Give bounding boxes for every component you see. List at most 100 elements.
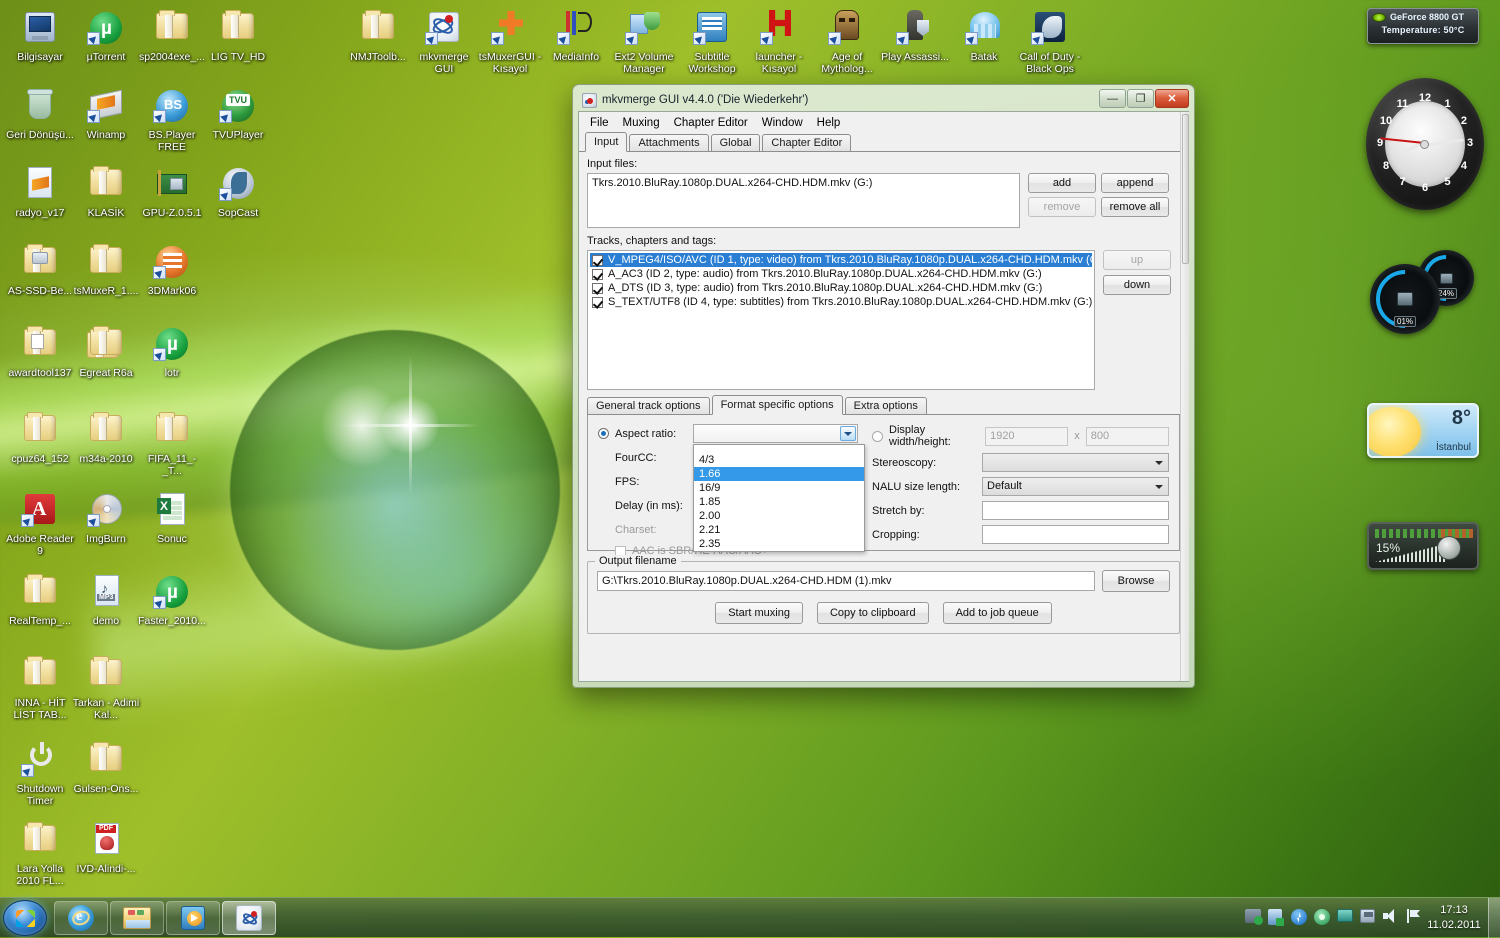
volume-icon[interactable] bbox=[1383, 909, 1399, 925]
nalu-dropdown-button[interactable] bbox=[1151, 479, 1167, 494]
remove-all-button[interactable]: remove all bbox=[1101, 197, 1169, 217]
track-row[interactable]: V_MPEG4/ISO/AVC (ID 1, type: video) from… bbox=[590, 253, 1094, 267]
desktop-icon-call-of-duty-black-ops[interactable]: Call of Duty - Black Ops bbox=[1016, 6, 1084, 75]
window-vertical-scrollbar[interactable] bbox=[1180, 112, 1189, 681]
desktop-icon-lara-yolla-2010-fl[interactable]: Lara Yolla 2010 FL... bbox=[6, 818, 74, 887]
network-security-icon[interactable] bbox=[1268, 909, 1284, 926]
aspect-ratio-option[interactable]: 2.35 bbox=[694, 537, 864, 551]
desktop-icon-m34a-2010[interactable]: m34a-2010 bbox=[72, 408, 140, 466]
tab-input[interactable]: Input bbox=[585, 132, 628, 152]
desktop-icon-cpuz64-152[interactable]: cpuz64_152 bbox=[6, 408, 74, 466]
append-button[interactable]: append bbox=[1101, 173, 1169, 193]
desktop-icon-sonuc[interactable]: X Sonuc bbox=[138, 488, 206, 546]
desktop-icon-realtemp[interactable]: RealTemp_... bbox=[6, 570, 74, 628]
desktop-icon-launcher-k-sayol[interactable]: launcher - Kısayol bbox=[745, 6, 813, 75]
option-tab-general-track-options[interactable]: General track options bbox=[587, 397, 710, 415]
aspect-ratio-option[interactable]: 4/3 bbox=[694, 453, 864, 467]
taskbar-item-internet-explorer[interactable]: e bbox=[54, 901, 108, 935]
add-to-job-queue-button[interactable]: Add to job queue bbox=[942, 602, 1052, 624]
aspect-ratio-option[interactable]: 1.85 bbox=[694, 495, 864, 509]
gadget-volume-control[interactable]: 15% bbox=[1367, 522, 1479, 570]
aspect-ratio-dropdown-button[interactable] bbox=[840, 426, 856, 441]
aspect-ratio-radio[interactable] bbox=[598, 428, 609, 439]
window-titlebar[interactable]: mkvmerge GUI v4.4.0 ('Die Wiederkehr') —… bbox=[577, 89, 1190, 111]
desktop-icon-sopcast[interactable]: SopCast bbox=[204, 162, 272, 220]
desktop-icon-nmjtoolb[interactable]: NMJToolb... bbox=[344, 6, 412, 64]
browse-button[interactable]: Browse bbox=[1102, 570, 1170, 592]
desktop-icon-ivd-alindi[interactable]: PDF IVD-Alindi-... bbox=[72, 818, 140, 876]
show-desktop-button[interactable] bbox=[1488, 898, 1500, 938]
flash-icon[interactable] bbox=[1291, 909, 1307, 925]
desktop-icon-gpu-z-0-5-1[interactable]: GPU-Z.0.5.1 bbox=[138, 162, 206, 220]
removable-device-icon[interactable] bbox=[1360, 909, 1376, 925]
desktop-icon-subtitle-workshop[interactable]: Subtitle Workshop bbox=[678, 6, 746, 75]
maximize-button[interactable]: ❐ bbox=[1127, 89, 1154, 108]
scrollbar-thumb[interactable] bbox=[1182, 114, 1189, 264]
aspect-ratio-option[interactable]: 16/9 bbox=[694, 481, 864, 495]
flag-icon[interactable] bbox=[1406, 909, 1422, 925]
move-down-button[interactable]: down bbox=[1103, 275, 1171, 295]
desktop-icon-age-of-mytholog[interactable]: Age of Mytholog... bbox=[813, 6, 881, 75]
desktop-icon-faster-2010[interactable]: µ Faster_2010... bbox=[138, 570, 206, 628]
desktop-icon-geri-d-n[interactable]: Geri Dönüşü... bbox=[6, 84, 74, 142]
minimize-button[interactable]: — bbox=[1099, 89, 1126, 108]
nalu-combo[interactable]: Default bbox=[982, 477, 1169, 496]
aspect-ratio-dropdown-list[interactable]: 4/3 1.66 16/9 1.85 2.00 2.21 2.35 bbox=[693, 444, 865, 552]
desktop-icon-batak[interactable]: Batak bbox=[950, 6, 1018, 64]
menu-item-muxing[interactable]: Muxing bbox=[616, 115, 667, 131]
tab-chapter-editor[interactable]: Chapter Editor bbox=[762, 134, 852, 152]
taskbar-item-mkvmerge-gui[interactable] bbox=[222, 901, 276, 935]
aspect-ratio-option[interactable]: 2.21 bbox=[694, 523, 864, 537]
taskbar-item-windows-media-player[interactable] bbox=[166, 901, 220, 935]
track-row[interactable]: S_TEXT/UTF8 (ID 4, type: subtitles) from… bbox=[590, 295, 1092, 309]
input-files-list[interactable]: Tkrs.2010.BluRay.1080p.DUAL.x264-CHD.HDM… bbox=[587, 173, 1020, 228]
desktop-icon-lotr[interactable]: µ lotr bbox=[138, 322, 206, 380]
desktop-icon-winamp[interactable]: Winamp bbox=[72, 84, 140, 142]
track-checkbox[interactable] bbox=[592, 268, 603, 280]
gadget-analog-clock[interactable]: 12 1 2 3 4 5 6 7 8 9 10 11 bbox=[1366, 78, 1484, 210]
start-button[interactable] bbox=[3, 900, 47, 936]
track-checkbox[interactable] bbox=[592, 254, 603, 266]
desktop-icon-mkvmerge-gui[interactable]: mkvmerge GUI bbox=[410, 6, 478, 75]
aspect-ratio-option[interactable]: 1.66 bbox=[694, 467, 864, 481]
desktop-icon-awardtool137[interactable]: awardtool137 bbox=[6, 322, 74, 380]
desktop-icon-torrent[interactable]: µ µTorrent bbox=[72, 6, 140, 64]
desktop-icon-lig-tv-hd[interactable]: LIG TV_HD bbox=[204, 6, 272, 64]
desktop-icon-mediainfo[interactable]: MediaInfo bbox=[542, 6, 610, 64]
desktop-icon-play-assassi[interactable]: Play Assassi... bbox=[881, 6, 949, 64]
desktop-icon-bs-player-free[interactable]: BS BS.Player FREE bbox=[138, 84, 206, 153]
desktop-icon-demo[interactable]: ♪ MP3 demo bbox=[72, 570, 140, 628]
tab-attachments[interactable]: Attachments bbox=[629, 134, 709, 152]
desktop-icon-shutdown-timer[interactable]: Shutdown Timer bbox=[6, 738, 74, 807]
stereoscopy-combo[interactable] bbox=[982, 453, 1169, 472]
speaker-knob-icon[interactable] bbox=[1437, 536, 1461, 560]
track-checkbox[interactable] bbox=[592, 296, 603, 308]
desktop-icon-klasi-k[interactable]: KLASİK bbox=[72, 162, 140, 220]
close-button[interactable]: ✕ bbox=[1155, 89, 1189, 108]
start-muxing-button[interactable]: Start muxing bbox=[715, 602, 803, 624]
gadget-gpu-temperature[interactable]: GeForce 8800 GT Temperature: 50°C bbox=[1367, 8, 1479, 44]
option-tab-extra-options[interactable]: Extra options bbox=[844, 397, 927, 415]
desktop-icon-as-ssd-be[interactable]: AS-SSD-Be... bbox=[6, 240, 74, 298]
desktop-icon-tvuplayer[interactable]: TVU TVUPlayer bbox=[204, 84, 272, 142]
display-height-input[interactable]: 800 bbox=[1085, 426, 1170, 446]
desktop-icon-adobe-reader-9[interactable]: A Adobe Reader 9 bbox=[6, 488, 74, 557]
desktop-icon-tsmuxer-1[interactable]: tsMuxeR_1.... bbox=[72, 240, 140, 298]
desktop-icon-radyo-v17[interactable]: radyo_v17 bbox=[6, 162, 74, 220]
desktop-icon-fifa-11-t[interactable]: FIFA_11_-_T... bbox=[138, 408, 206, 477]
desktop-icon-imgburn[interactable]: ImgBurn bbox=[72, 488, 140, 546]
menu-item-file[interactable]: File bbox=[583, 115, 616, 131]
desktop-icon-3dmark06[interactable]: 3DMark06 bbox=[138, 240, 206, 298]
gadget-weather[interactable]: 8° İstanbul bbox=[1367, 403, 1479, 458]
desktop-icon-sp2004exe[interactable]: sp2004exe_... bbox=[138, 6, 206, 64]
display-width-input[interactable]: 1920 bbox=[985, 426, 1069, 446]
menu-item-help[interactable]: Help bbox=[810, 115, 848, 131]
desktop-icon-gulsen-ons[interactable]: Gulsen-Ons... bbox=[72, 738, 140, 796]
aspect-ratio-option[interactable]: 2.00 bbox=[694, 509, 864, 523]
add-button[interactable]: add bbox=[1028, 173, 1096, 193]
track-checkbox[interactable] bbox=[592, 282, 603, 294]
output-filename-input[interactable]: G:\Tkrs.2010.BluRay.1080p.DUAL.x264-CHD.… bbox=[597, 571, 1095, 591]
update-icon[interactable] bbox=[1314, 909, 1330, 925]
menu-item-window[interactable]: Window bbox=[755, 115, 810, 131]
display-wh-radio[interactable] bbox=[872, 430, 883, 442]
